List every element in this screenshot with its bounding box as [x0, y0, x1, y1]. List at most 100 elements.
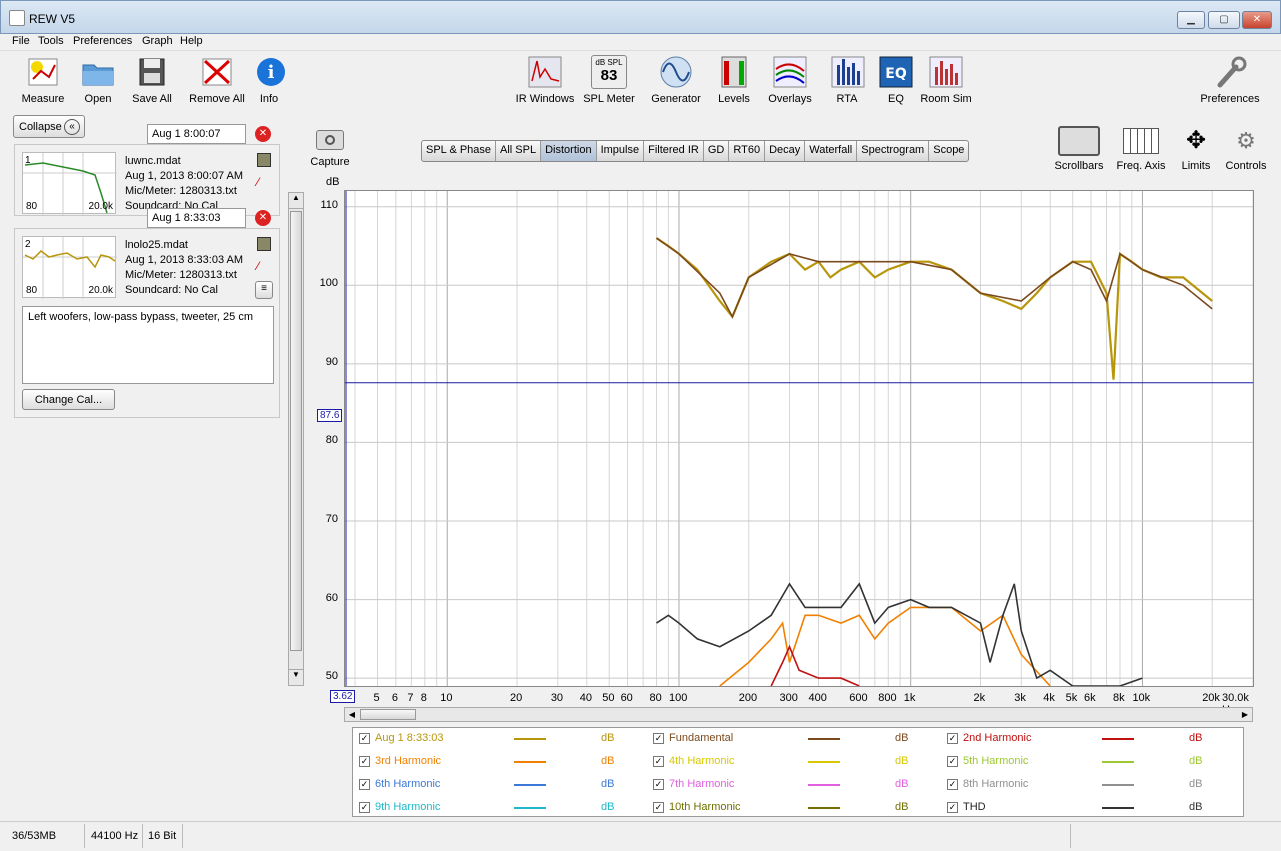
- graph-canvas[interactable]: [345, 191, 1254, 687]
- freq-axis-button[interactable]: Freq. Axis: [1114, 126, 1168, 172]
- legend-checkbox[interactable]: ✓: [359, 756, 370, 767]
- save-all-icon: [134, 55, 170, 89]
- scroll-up-icon[interactable]: ▲: [289, 193, 303, 209]
- bit-depth-status: 16 Bit: [148, 830, 177, 842]
- maximize-button[interactable]: ▢: [1208, 11, 1240, 29]
- legend-swatch[interactable]: [808, 738, 840, 740]
- info-sheet-icon[interactable]: ≡: [255, 281, 273, 299]
- tab-spectrogram[interactable]: Spectrogram: [857, 141, 930, 161]
- tab-rt60[interactable]: RT60: [729, 141, 766, 161]
- scrollbars-button[interactable]: Scrollbars: [1053, 126, 1105, 172]
- tab-waterfall[interactable]: Waterfall: [805, 141, 858, 161]
- tab-decay[interactable]: Decay: [765, 141, 806, 161]
- measurement-2-name-field[interactable]: [147, 208, 246, 228]
- measure-button[interactable]: Measure: [20, 55, 66, 105]
- limits-button[interactable]: ✥ Limits: [1176, 126, 1216, 172]
- controls-button[interactable]: ⚙ Controls: [1224, 126, 1268, 172]
- legend-checkbox[interactable]: ✓: [653, 756, 664, 767]
- legend-checkbox[interactable]: ✓: [653, 802, 664, 813]
- edit-icon[interactable]: [257, 237, 271, 251]
- tab-distortion[interactable]: Distortion: [541, 141, 597, 161]
- tab-spl-phase[interactable]: SPL & Phase: [422, 141, 497, 161]
- collapse-button[interactable]: Collapse «: [13, 115, 85, 138]
- capture-button[interactable]: Capture: [308, 130, 352, 168]
- legend-checkbox[interactable]: ✓: [947, 779, 958, 790]
- minimize-button[interactable]: ▁: [1177, 11, 1205, 29]
- tab-impulse[interactable]: Impulse: [597, 141, 645, 161]
- legend-swatch[interactable]: [808, 784, 840, 786]
- scroll-right-icon[interactable]: ▶: [1238, 708, 1252, 721]
- x-tick-label: 4k: [1043, 692, 1055, 704]
- legend-swatch[interactable]: [514, 761, 546, 763]
- legend-checkbox[interactable]: ✓: [653, 779, 664, 790]
- x-tick-label: 50: [602, 692, 615, 704]
- legend-swatch[interactable]: [808, 761, 840, 763]
- preferences-label: Preferences: [1200, 93, 1260, 105]
- graph-h-scrollbar[interactable]: ◀ ▶: [344, 707, 1253, 722]
- measurement-panel-2[interactable]: 2 80 20.0k lnolo25.mdat Aug 1, 2013 8:33…: [14, 228, 280, 418]
- legend-checkbox[interactable]: ✓: [653, 733, 664, 744]
- eq-button[interactable]: EQ EQ: [878, 55, 914, 105]
- h-scroll-thumb[interactable]: [360, 709, 416, 720]
- levels-button[interactable]: Levels: [715, 55, 753, 105]
- pen-icon[interactable]: ⁄: [257, 175, 271, 189]
- pen-icon[interactable]: ⁄: [257, 259, 271, 273]
- sidebar-scroll-thumb[interactable]: [290, 211, 302, 651]
- legend-checkbox[interactable]: ✓: [359, 779, 370, 790]
- scroll-down-icon[interactable]: ▼: [289, 669, 303, 685]
- legend-swatch[interactable]: [514, 738, 546, 740]
- collapse-label: Collapse: [19, 121, 62, 133]
- remove-measurement-1-icon[interactable]: ✕: [255, 126, 271, 142]
- legend-checkbox[interactable]: ✓: [359, 802, 370, 813]
- save-all-button[interactable]: Save All: [130, 55, 174, 105]
- legend-swatch[interactable]: [808, 807, 840, 809]
- tab-all-spl[interactable]: All SPL: [496, 141, 542, 161]
- legend-swatch[interactable]: [514, 784, 546, 786]
- legend-swatch[interactable]: [1102, 807, 1134, 809]
- y-tick-label: 80: [325, 434, 338, 447]
- remove-measurement-2-icon[interactable]: ✕: [255, 210, 271, 226]
- tab-filtered-ir[interactable]: Filtered IR: [644, 141, 704, 161]
- legend-checkbox[interactable]: ✓: [947, 756, 958, 767]
- tab-gd[interactable]: GD: [704, 141, 730, 161]
- menu-tools[interactable]: Tools: [38, 35, 64, 47]
- menu-preferences[interactable]: Preferences: [73, 35, 132, 47]
- ir-windows-button[interactable]: IR Windows: [514, 55, 576, 105]
- info-button[interactable]: i Info: [253, 55, 285, 105]
- legend-checkbox[interactable]: ✓: [947, 802, 958, 813]
- close-window-button[interactable]: ✕: [1242, 11, 1272, 29]
- measurement-panel-1[interactable]: 1 80 20.0k luwnc.mdat Aug 1, 2013 8:00:0…: [14, 144, 280, 216]
- legend-swatch[interactable]: [514, 807, 546, 809]
- edit-icon[interactable]: [257, 153, 271, 167]
- preferences-button[interactable]: Preferences: [1198, 55, 1262, 105]
- generator-button[interactable]: Generator: [648, 55, 704, 105]
- menu-help[interactable]: Help: [180, 35, 203, 47]
- legend-name: 9th Harmonic: [375, 801, 441, 813]
- legend-name: 4th Harmonic: [669, 755, 735, 767]
- folder-icon: [80, 55, 116, 89]
- distortion-graph[interactable]: [344, 190, 1254, 687]
- legend-swatch[interactable]: [1102, 784, 1134, 786]
- legend-checkbox[interactable]: ✓: [947, 733, 958, 744]
- scroll-left-icon[interactable]: ◀: [345, 708, 359, 721]
- remove-all-button[interactable]: Remove All: [188, 55, 246, 105]
- spl-meter-icon: dB SPL 83: [591, 55, 627, 89]
- y-tick-label: 110: [320, 198, 338, 211]
- menu-file[interactable]: File: [12, 35, 30, 47]
- legend-checkbox[interactable]: ✓: [359, 733, 370, 744]
- menu-graph[interactable]: Graph: [142, 35, 173, 47]
- x-tick-label: 30: [550, 692, 564, 704]
- spl-meter-button[interactable]: dB SPL 83 SPL Meter: [583, 55, 635, 105]
- measurement-1-name-field[interactable]: [147, 124, 246, 144]
- rta-button[interactable]: RTA: [830, 55, 865, 105]
- legend-swatch[interactable]: [1102, 761, 1134, 763]
- sidebar-scrollbar[interactable]: ▲ ▼: [288, 192, 304, 686]
- open-button[interactable]: Open: [80, 55, 116, 105]
- legend-swatch[interactable]: [1102, 738, 1134, 740]
- change-cal-button[interactable]: Change Cal...: [22, 389, 115, 410]
- overlays-button[interactable]: Overlays: [766, 55, 814, 105]
- tab-scope[interactable]: Scope: [929, 141, 968, 161]
- measurement-2-notes[interactable]: Left woofers, low-pass bypass, tweeter, …: [22, 306, 274, 384]
- info-label: Info: [259, 93, 279, 105]
- room-sim-button[interactable]: Room Sim: [920, 55, 972, 105]
